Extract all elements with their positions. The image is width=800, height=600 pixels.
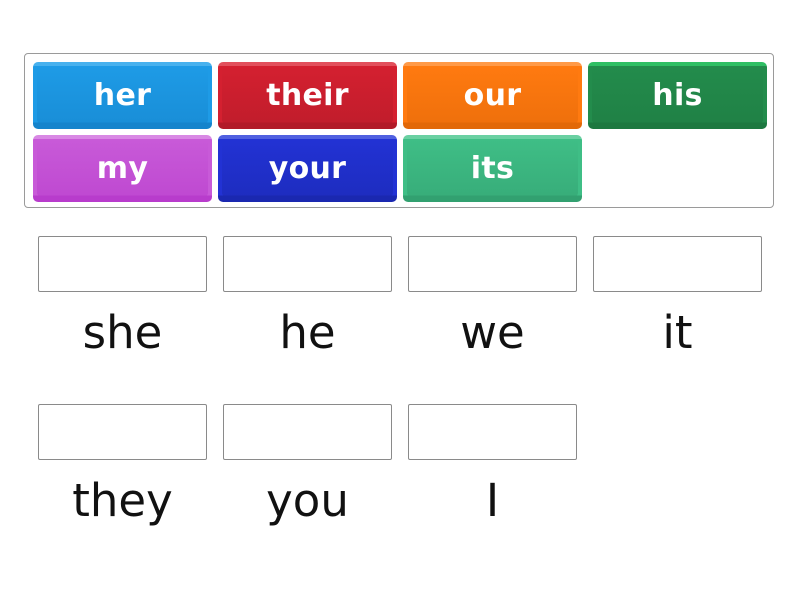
- tile-my[interactable]: my: [33, 135, 212, 202]
- drop-slot-you[interactable]: [223, 404, 392, 460]
- tile-label: her: [93, 78, 152, 113]
- tile-its[interactable]: its: [403, 135, 582, 202]
- drop-slot-they[interactable]: [38, 404, 207, 460]
- tile-label: their: [266, 78, 349, 113]
- drop-slot-he[interactable]: [223, 236, 392, 292]
- tile-our[interactable]: our: [403, 62, 582, 129]
- prompt-word: you: [266, 474, 349, 527]
- tile-your[interactable]: your: [218, 135, 397, 202]
- prompt-word: she: [82, 306, 163, 359]
- prompt-word: they: [72, 474, 173, 527]
- tile-label: its: [470, 151, 515, 186]
- prompt-word: he: [279, 306, 336, 359]
- drop-slot-we[interactable]: [408, 236, 577, 292]
- prompt-word: I: [485, 474, 500, 527]
- tile-her[interactable]: her: [33, 62, 212, 129]
- drop-slot-i[interactable]: [408, 404, 577, 460]
- tile-his[interactable]: his: [588, 62, 767, 129]
- tile-label: my: [96, 151, 149, 186]
- tile-their[interactable]: their: [218, 62, 397, 129]
- prompt-word: it: [662, 306, 693, 359]
- tile-label: your: [268, 151, 347, 186]
- tile-label: our: [463, 78, 522, 113]
- drop-slot-she[interactable]: [38, 236, 207, 292]
- drop-slot-it[interactable]: [593, 236, 762, 292]
- prompt-word: we: [460, 306, 525, 359]
- tile-label: his: [652, 78, 703, 113]
